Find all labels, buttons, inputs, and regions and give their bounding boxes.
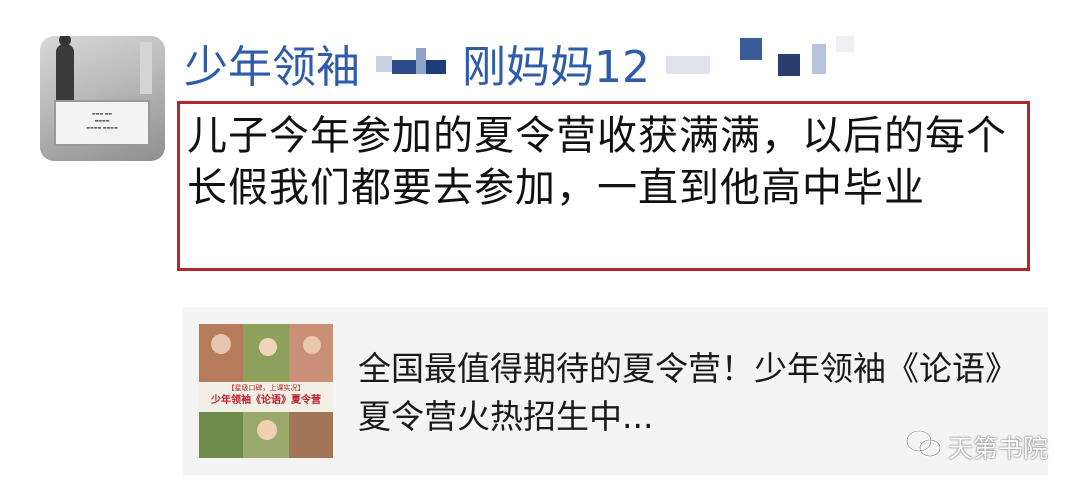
highlighted-message: 儿子今年参加的夏令营收获满满，以后的每个长假我们都要去参加，一直到他高中毕业: [177, 101, 1030, 271]
person-silhouette: [56, 36, 74, 104]
thumbnail-banner-line2: 少年领袖《论语》夏令营: [211, 395, 321, 406]
wechat-icon: [905, 429, 942, 465]
avatar[interactable]: ▬▬▬ ▬▬ ▬▬▬▬ ▬▬▬▬ ▬▬▬▬: [40, 36, 165, 161]
sender-name-mid: 刚妈妈12: [462, 42, 650, 93]
sender-name-start: 少年领袖: [184, 42, 360, 93]
message-text: 儿子今年参加的夏令营收获满满，以后的每个长假我们都要去参加，一直到他高中毕业: [187, 113, 1007, 211]
watermark-text: 天第书院: [947, 434, 1048, 463]
mic-stand: [140, 42, 152, 94]
article-thumbnail: 【星级口碑，上课实况】 少年领袖《论语》夏令营: [199, 324, 333, 458]
thumbnail-banner-line1: 【星级口碑，上课实况】: [227, 384, 305, 392]
whiteboard: ▬▬▬ ▬▬ ▬▬▬▬ ▬▬▬▬ ▬▬▬▬: [54, 100, 150, 146]
sender-name[interactable]: 少年领袖 刚妈妈12: [184, 36, 884, 96]
watermark: 天第书院: [905, 427, 1048, 467]
pixelated-censor: [376, 38, 446, 98]
thumbnail-banner: 【星级口碑，上课实况】 少年领袖《论语》夏令营: [199, 382, 333, 412]
pixelated-censor: [666, 36, 896, 100]
